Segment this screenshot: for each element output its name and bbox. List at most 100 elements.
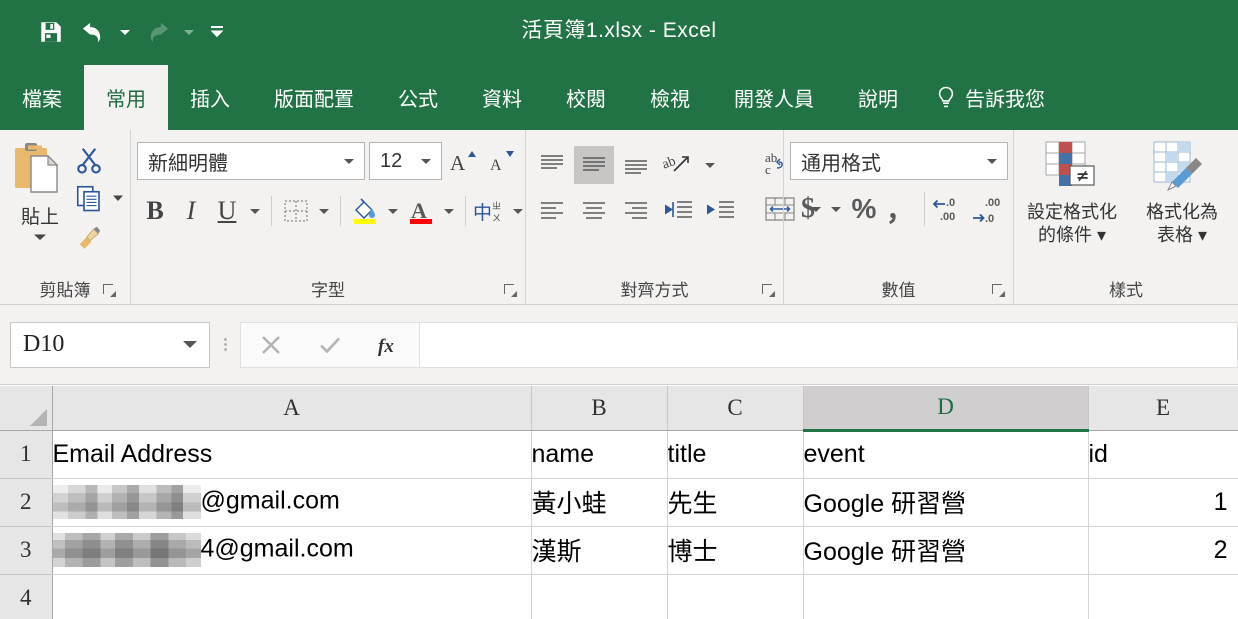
formula-input[interactable] bbox=[420, 321, 1238, 368]
cut-button[interactable] bbox=[74, 142, 124, 178]
tab-review[interactable]: 校閱 bbox=[544, 65, 628, 130]
row-header-1[interactable]: 1 bbox=[0, 430, 53, 479]
svg-text:A: A bbox=[450, 151, 466, 175]
styles-group-label: 樣式 bbox=[1109, 280, 1143, 300]
formula-bar-grip[interactable] bbox=[210, 336, 240, 353]
align-bottom-button[interactable] bbox=[616, 146, 656, 184]
font-color-button[interactable]: A bbox=[403, 190, 439, 232]
font-size-combo[interactable]: 12 bbox=[369, 142, 442, 180]
cell-c4[interactable] bbox=[667, 574, 804, 619]
name-box[interactable]: D10 bbox=[10, 321, 210, 368]
cancel-formula-button[interactable] bbox=[245, 323, 297, 367]
column-header-a[interactable]: A bbox=[52, 386, 532, 431]
row-header-4[interactable]: 4 bbox=[0, 574, 53, 619]
orientation-dropdown-icon[interactable] bbox=[700, 144, 720, 186]
align-right-button[interactable] bbox=[616, 192, 656, 230]
cell-d4[interactable] bbox=[803, 574, 1089, 619]
tab-help[interactable]: 說明 bbox=[836, 65, 920, 130]
cell-b1[interactable]: name bbox=[531, 430, 668, 479]
table-dropdown-icon[interactable]: ▾ bbox=[1198, 225, 1207, 245]
tab-insert[interactable]: 插入 bbox=[168, 65, 252, 130]
italic-button[interactable]: I bbox=[173, 190, 209, 232]
orientation-button[interactable]: ab bbox=[658, 146, 698, 184]
align-left-button[interactable] bbox=[532, 192, 572, 230]
number-dialog-launcher[interactable] bbox=[991, 283, 1005, 297]
cell-e3[interactable]: 2 bbox=[1088, 526, 1238, 575]
underline-button[interactable]: U bbox=[209, 190, 245, 232]
font-color-dropdown-icon[interactable] bbox=[439, 190, 459, 232]
align-top-button[interactable] bbox=[532, 146, 572, 184]
cell-e2[interactable]: 1 bbox=[1088, 478, 1238, 527]
name-box-caret-icon[interactable] bbox=[183, 341, 197, 348]
tab-data[interactable]: 資料 bbox=[460, 65, 544, 130]
borders-button[interactable] bbox=[278, 190, 314, 232]
cell-a1[interactable]: Email Address bbox=[52, 430, 532, 479]
phonetic-guide-button[interactable]: 中 ㄓ ㄨ bbox=[472, 190, 508, 232]
cell-b3[interactable]: 漢斯 bbox=[531, 526, 668, 575]
increase-font-size-button[interactable]: A bbox=[446, 142, 480, 180]
font-name-combo[interactable]: 新細明體 bbox=[137, 142, 365, 180]
decrease-decimal-button[interactable]: .00 .0 bbox=[969, 189, 1007, 229]
select-all-corner[interactable] bbox=[0, 386, 53, 431]
cell-a2[interactable]: @gmail.com bbox=[52, 478, 532, 527]
format-as-table-button[interactable]: 格式化為 表格 ▾ bbox=[1130, 140, 1234, 246]
copy-button[interactable] bbox=[74, 180, 124, 216]
tab-page-layout[interactable]: 版面配置 bbox=[252, 65, 376, 130]
comma-style-button[interactable]: ， bbox=[882, 189, 918, 229]
cell-c2[interactable]: 先生 bbox=[667, 478, 804, 527]
cell-d3[interactable]: Google 研習營 bbox=[803, 526, 1089, 575]
tell-me-box[interactable]: 告訴我您 bbox=[920, 65, 1045, 130]
paste-button[interactable]: 貼上 bbox=[6, 138, 74, 241]
cell-b2[interactable]: 黃小蛙 bbox=[531, 478, 668, 527]
cell-e1[interactable]: id bbox=[1088, 430, 1238, 479]
font-name-caret-icon[interactable] bbox=[338, 158, 360, 164]
underline-dropdown-icon[interactable] bbox=[245, 190, 265, 232]
align-center-button[interactable] bbox=[574, 192, 614, 230]
tab-view[interactable]: 檢視 bbox=[628, 65, 712, 130]
tab-formulas[interactable]: 公式 bbox=[376, 65, 460, 130]
fill-color-button[interactable] bbox=[347, 190, 383, 232]
font-group-label: 字型 bbox=[137, 271, 519, 305]
tab-file[interactable]: 檔案 bbox=[0, 65, 84, 130]
cell-a3[interactable]: 4@gmail.com bbox=[52, 526, 532, 575]
conditional-dropdown-icon[interactable]: ▾ bbox=[1097, 225, 1106, 245]
percent-button[interactable]: % bbox=[846, 189, 882, 229]
cell-b4[interactable] bbox=[531, 574, 668, 619]
tab-home[interactable]: 常用 bbox=[84, 65, 168, 130]
number-format-caret-icon[interactable] bbox=[981, 158, 1003, 164]
increase-decimal-button[interactable]: .0 .00 bbox=[931, 189, 969, 229]
column-header-d[interactable]: D bbox=[803, 386, 1089, 432]
increase-indent-button[interactable] bbox=[700, 192, 740, 230]
number-format-combo[interactable]: 通用格式 bbox=[790, 142, 1008, 180]
tab-developer[interactable]: 開發人員 bbox=[712, 65, 836, 130]
copy-dropdown-icon[interactable] bbox=[112, 194, 124, 202]
paste-dropdown-icon[interactable] bbox=[33, 233, 47, 241]
cell-e4[interactable] bbox=[1088, 574, 1238, 619]
align-middle-button[interactable] bbox=[574, 146, 614, 184]
cell-c3[interactable]: 博士 bbox=[667, 526, 804, 575]
cell-d1[interactable]: event bbox=[803, 430, 1089, 479]
fill-color-dropdown-icon[interactable] bbox=[383, 190, 403, 232]
cell-d2[interactable]: Google 研習營 bbox=[803, 478, 1089, 527]
decrease-font-size-button[interactable]: A bbox=[484, 142, 518, 180]
currency-button[interactable]: $ bbox=[790, 189, 826, 229]
cell-a4[interactable] bbox=[52, 574, 532, 619]
currency-dropdown-icon[interactable] bbox=[826, 188, 846, 230]
borders-dropdown-icon[interactable] bbox=[314, 190, 334, 232]
conditional-formatting-button[interactable]: ≠ 設定格式化 的條件 ▾ bbox=[1020, 140, 1124, 246]
bold-button[interactable]: B bbox=[137, 190, 173, 232]
column-header-c[interactable]: C bbox=[667, 386, 804, 431]
font-size-caret-icon[interactable] bbox=[415, 158, 437, 164]
row-header-3[interactable]: 3 bbox=[0, 526, 53, 575]
insert-function-button[interactable]: fx bbox=[363, 323, 415, 367]
enter-formula-button[interactable] bbox=[304, 323, 356, 367]
row-header-2[interactable]: 2 bbox=[0, 478, 53, 527]
font-dialog-launcher[interactable] bbox=[503, 283, 517, 297]
cell-c1[interactable]: title bbox=[667, 430, 804, 479]
format-painter-button[interactable] bbox=[74, 218, 124, 254]
column-header-e[interactable]: E bbox=[1088, 386, 1238, 431]
clipboard-dialog-launcher[interactable] bbox=[102, 283, 116, 297]
decrease-indent-button[interactable] bbox=[658, 192, 698, 230]
alignment-dialog-launcher[interactable] bbox=[761, 283, 775, 297]
column-header-b[interactable]: B bbox=[531, 386, 668, 431]
